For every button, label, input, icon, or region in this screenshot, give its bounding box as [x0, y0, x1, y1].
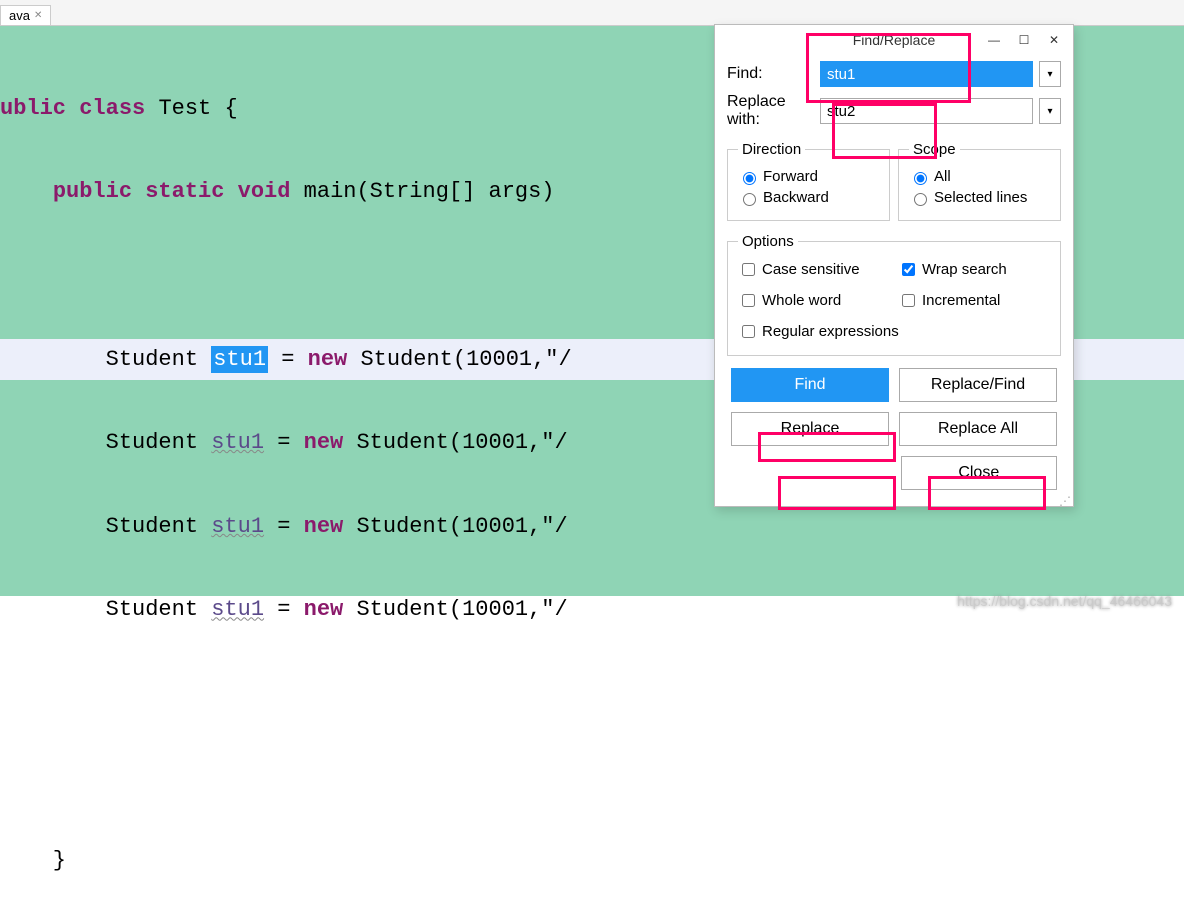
code-text: Student(10001,"/: [343, 514, 567, 539]
code-text: =: [264, 597, 304, 622]
brace: {: [224, 96, 237, 121]
class-name: Test: [158, 96, 211, 121]
backward-radio[interactable]: [743, 193, 756, 206]
minimize-icon[interactable]: —: [979, 28, 1009, 52]
scope-group: Scope All Selected lines: [898, 141, 1061, 221]
replace-button[interactable]: Replace: [731, 412, 889, 446]
code-text: =: [264, 514, 304, 539]
maximize-icon[interactable]: ☐: [1009, 28, 1039, 52]
replace-label: Replace with:: [727, 93, 814, 129]
wrap-search-checkbox[interactable]: [902, 263, 915, 276]
selection-highlight: stu1: [211, 346, 268, 373]
find-dropdown-icon[interactable]: ▾: [1039, 61, 1061, 87]
direction-legend: Direction: [738, 141, 805, 158]
dialog-titlebar[interactable]: Find/Replace — ☐ ✕: [715, 25, 1073, 55]
tab-label: ava: [9, 8, 30, 23]
forward-radio[interactable]: [743, 172, 756, 185]
watermark: https://blog.csdn.net/qq_46466043: [957, 593, 1172, 609]
forward-label: Forward: [763, 168, 818, 185]
keyword: new: [304, 597, 344, 622]
selected-lines-label: Selected lines: [934, 189, 1027, 206]
all-radio[interactable]: [914, 172, 927, 185]
keyword: static: [145, 179, 224, 204]
tab-close-icon[interactable]: ✕: [34, 10, 42, 21]
find-label: Find:: [727, 65, 814, 83]
code-text: =: [264, 430, 304, 455]
keyword: new: [308, 347, 348, 372]
keyword: ublic: [0, 96, 66, 121]
find-button[interactable]: Find: [731, 368, 889, 402]
case-sensitive-label: Case sensitive: [762, 261, 860, 278]
close-button[interactable]: Close: [901, 456, 1057, 490]
code-text: Student: [0, 514, 211, 539]
replace-dropdown-icon[interactable]: ▾: [1039, 98, 1061, 124]
keyword: void: [238, 179, 291, 204]
replace-all-button[interactable]: Replace All: [899, 412, 1057, 446]
tab-bar: ava ✕: [0, 0, 1184, 26]
code-text: Student(10001,"/: [343, 430, 567, 455]
incremental-label: Incremental: [922, 292, 1000, 309]
scope-legend: Scope: [909, 141, 960, 158]
code-text: Student(10001,"/: [347, 347, 571, 372]
variable: stu1: [211, 514, 264, 539]
backward-label: Backward: [763, 189, 829, 206]
resize-grip-icon[interactable]: ⋰: [1059, 499, 1071, 504]
direction-group: Direction Forward Backward: [727, 141, 890, 221]
variable: stu1: [211, 597, 264, 622]
wrap-search-label: Wrap search: [922, 261, 1007, 278]
dialog-title: Find/Replace: [853, 32, 936, 48]
keyword: class: [79, 96, 145, 121]
code-text: Student(10001,"/: [343, 597, 567, 622]
code-text: Student: [0, 347, 211, 372]
method-sig: main(String[] args): [304, 179, 555, 204]
keyword: new: [304, 514, 344, 539]
whole-word-label: Whole word: [762, 292, 841, 309]
selected-lines-radio[interactable]: [914, 193, 927, 206]
code-text: Student: [0, 430, 211, 455]
find-replace-dialog: Find/Replace — ☐ ✕ Find: ▾ Replace with:…: [714, 24, 1074, 507]
code-text: =: [268, 347, 308, 372]
options-legend: Options: [738, 233, 798, 250]
all-label: All: [934, 168, 951, 185]
brace: }: [0, 848, 66, 873]
incremental-checkbox[interactable]: [902, 294, 915, 307]
whole-word-checkbox[interactable]: [742, 294, 755, 307]
find-input[interactable]: [820, 61, 1033, 87]
regex-checkbox[interactable]: [742, 325, 755, 338]
replace-find-button[interactable]: Replace/Find: [899, 368, 1057, 402]
options-group: Options Case sensitive Wrap search Whole…: [727, 233, 1061, 356]
case-sensitive-checkbox[interactable]: [742, 263, 755, 276]
code-text: Student: [0, 597, 211, 622]
keyword: new: [304, 430, 344, 455]
regex-label: Regular expressions: [762, 323, 899, 340]
editor-tab[interactable]: ava ✕: [0, 5, 51, 25]
keyword: public: [53, 179, 132, 204]
close-icon[interactable]: ✕: [1039, 28, 1069, 52]
replace-input[interactable]: [820, 98, 1033, 124]
variable: stu1: [211, 430, 264, 455]
